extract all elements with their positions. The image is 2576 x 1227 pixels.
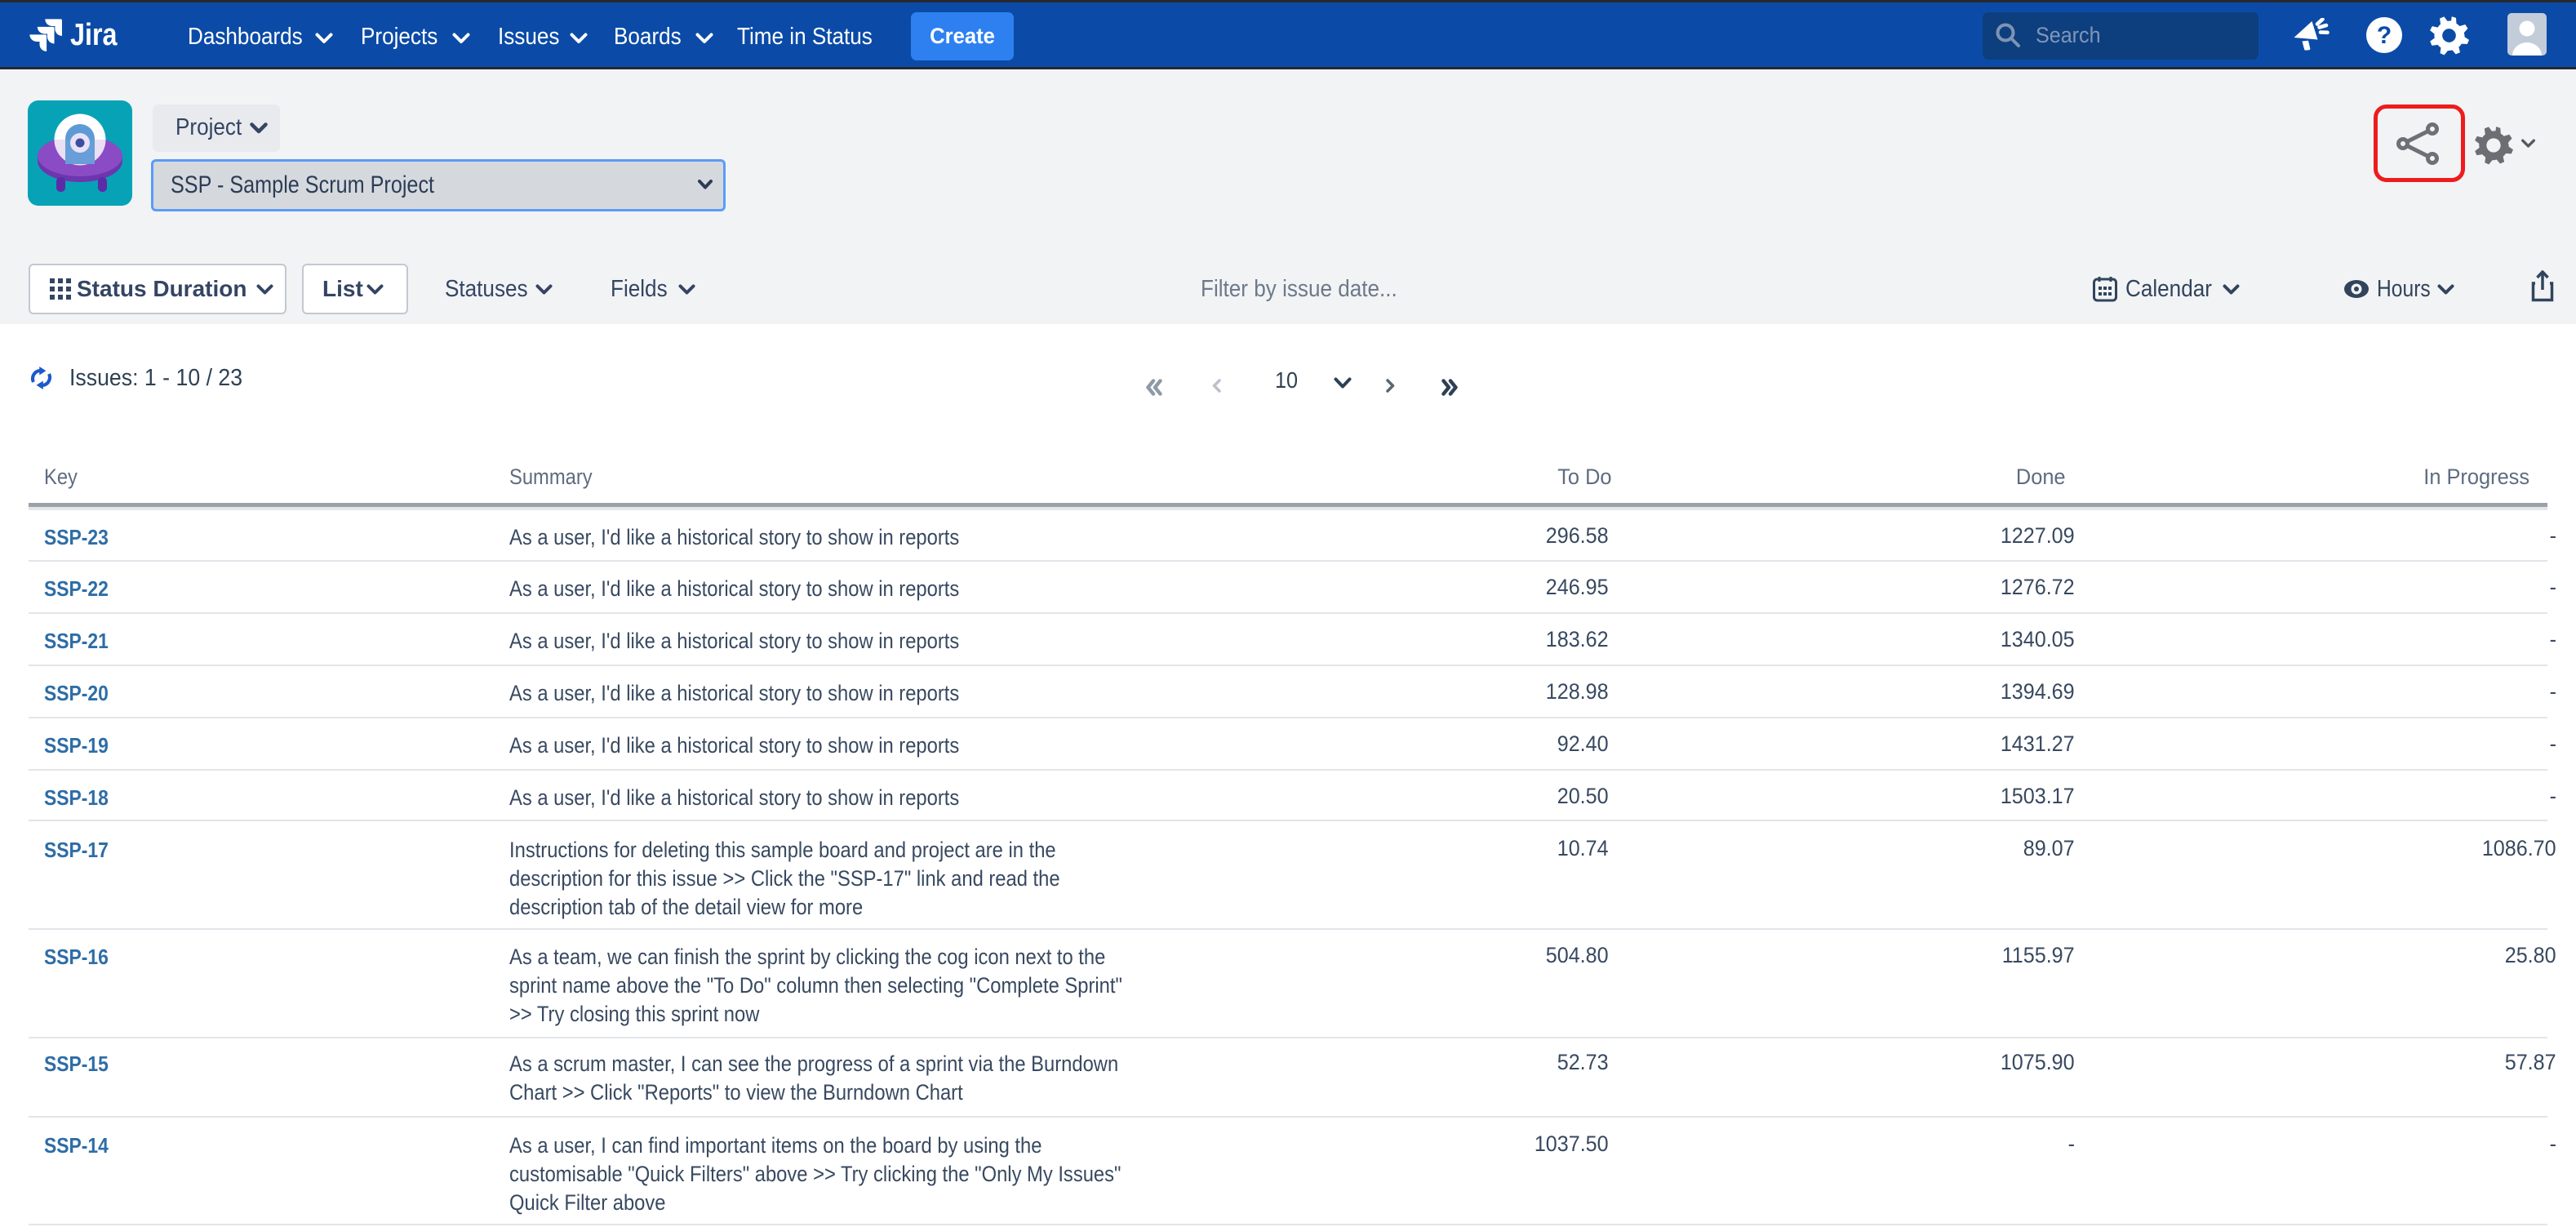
svg-text:?: ?	[2377, 22, 2392, 49]
